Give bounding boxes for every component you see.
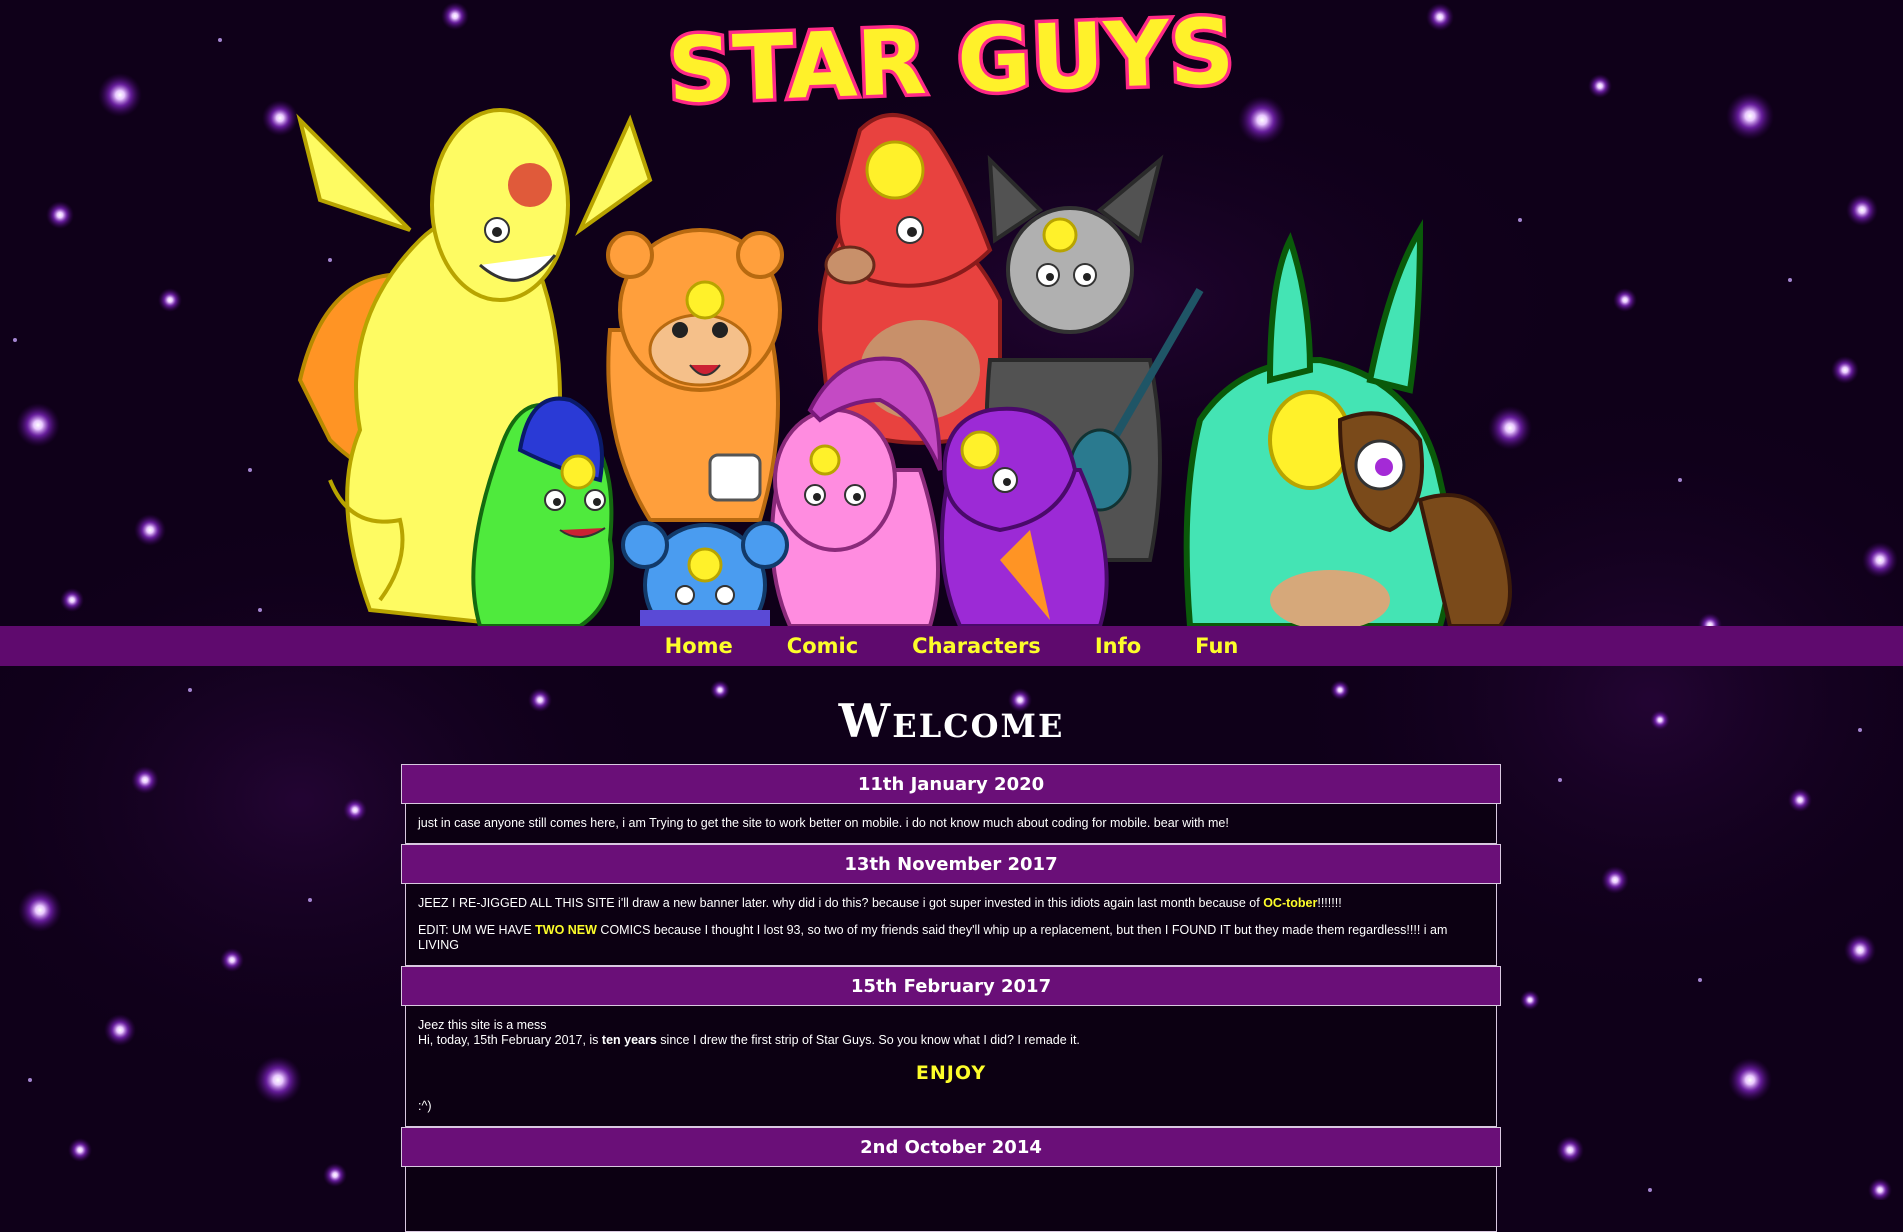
news-list: 11th January 2020 just in case anyone st… [401, 764, 1501, 1232]
news-entry-body: Jeez this site is a mess Hi, today, 15th… [405, 1006, 1497, 1127]
character-pink [770, 356, 942, 626]
news-entry-body: JEEZ I RE-JIGGED ALL THIS SITE i'll draw… [405, 884, 1497, 966]
oc-tober-link[interactable]: OC-tober [1263, 896, 1317, 910]
character-orange-hamster [606, 228, 784, 522]
news-date-header: 15th February 2017 [401, 966, 1501, 1006]
nav-info-link[interactable]: Info [1095, 634, 1141, 658]
news-entry-body: just in case anyone still comes here, i … [405, 804, 1497, 844]
enjoy-link[interactable]: ENJOY [418, 1064, 1484, 1083]
banner-illustration: STAR GUYS [296, 0, 1512, 626]
news-date-header: 2nd October 2014 [401, 1127, 1501, 1167]
character-blue-mouse [621, 521, 789, 626]
news-text-part: !!!!!!! [1317, 896, 1342, 910]
nav-fun-link[interactable]: Fun [1195, 634, 1238, 658]
main-navigation: Home Comic Characters Info Fun [0, 626, 1903, 666]
site-logo[interactable]: STAR GUYS [663, 0, 1240, 127]
news-text-part: Hi, today, 15th February 2017, is [418, 1033, 602, 1047]
news-text-bold: ten years [601, 1033, 657, 1047]
news-text: just in case anyone still comes here, i … [418, 816, 1229, 830]
news-text: EDIT: UM WE HAVE TWO NEW COMICS because … [418, 923, 1484, 953]
news-text: :^) [418, 1099, 432, 1113]
page-title: Welcome [838, 694, 1065, 748]
nav-home-link[interactable]: Home [665, 634, 733, 658]
news-text: Hi, today, 15th February 2017, is ten ye… [418, 1033, 1484, 1048]
news-text: JEEZ I RE-JIGGED ALL THIS SITE i'll draw… [418, 896, 1484, 911]
news-text-part: JEEZ I RE-JIGGED ALL THIS SITE i'll draw… [418, 896, 1264, 910]
nav-comic-link[interactable]: Comic [787, 634, 858, 658]
character-teal-dino [1183, 219, 1512, 626]
news-date-header: 11th January 2020 [401, 764, 1501, 804]
nav-characters-link[interactable]: Characters [912, 634, 1041, 658]
two-new-comics-link[interactable]: TWO NEW [535, 923, 597, 937]
news-text-part: EDIT: UM WE HAVE [418, 923, 536, 937]
news-text: Jeez this site is a mess [418, 1018, 547, 1032]
news-text-part: since I drew the first strip of Star Guy… [656, 1033, 1080, 1047]
news-date-header: 13th November 2017 [401, 844, 1501, 884]
